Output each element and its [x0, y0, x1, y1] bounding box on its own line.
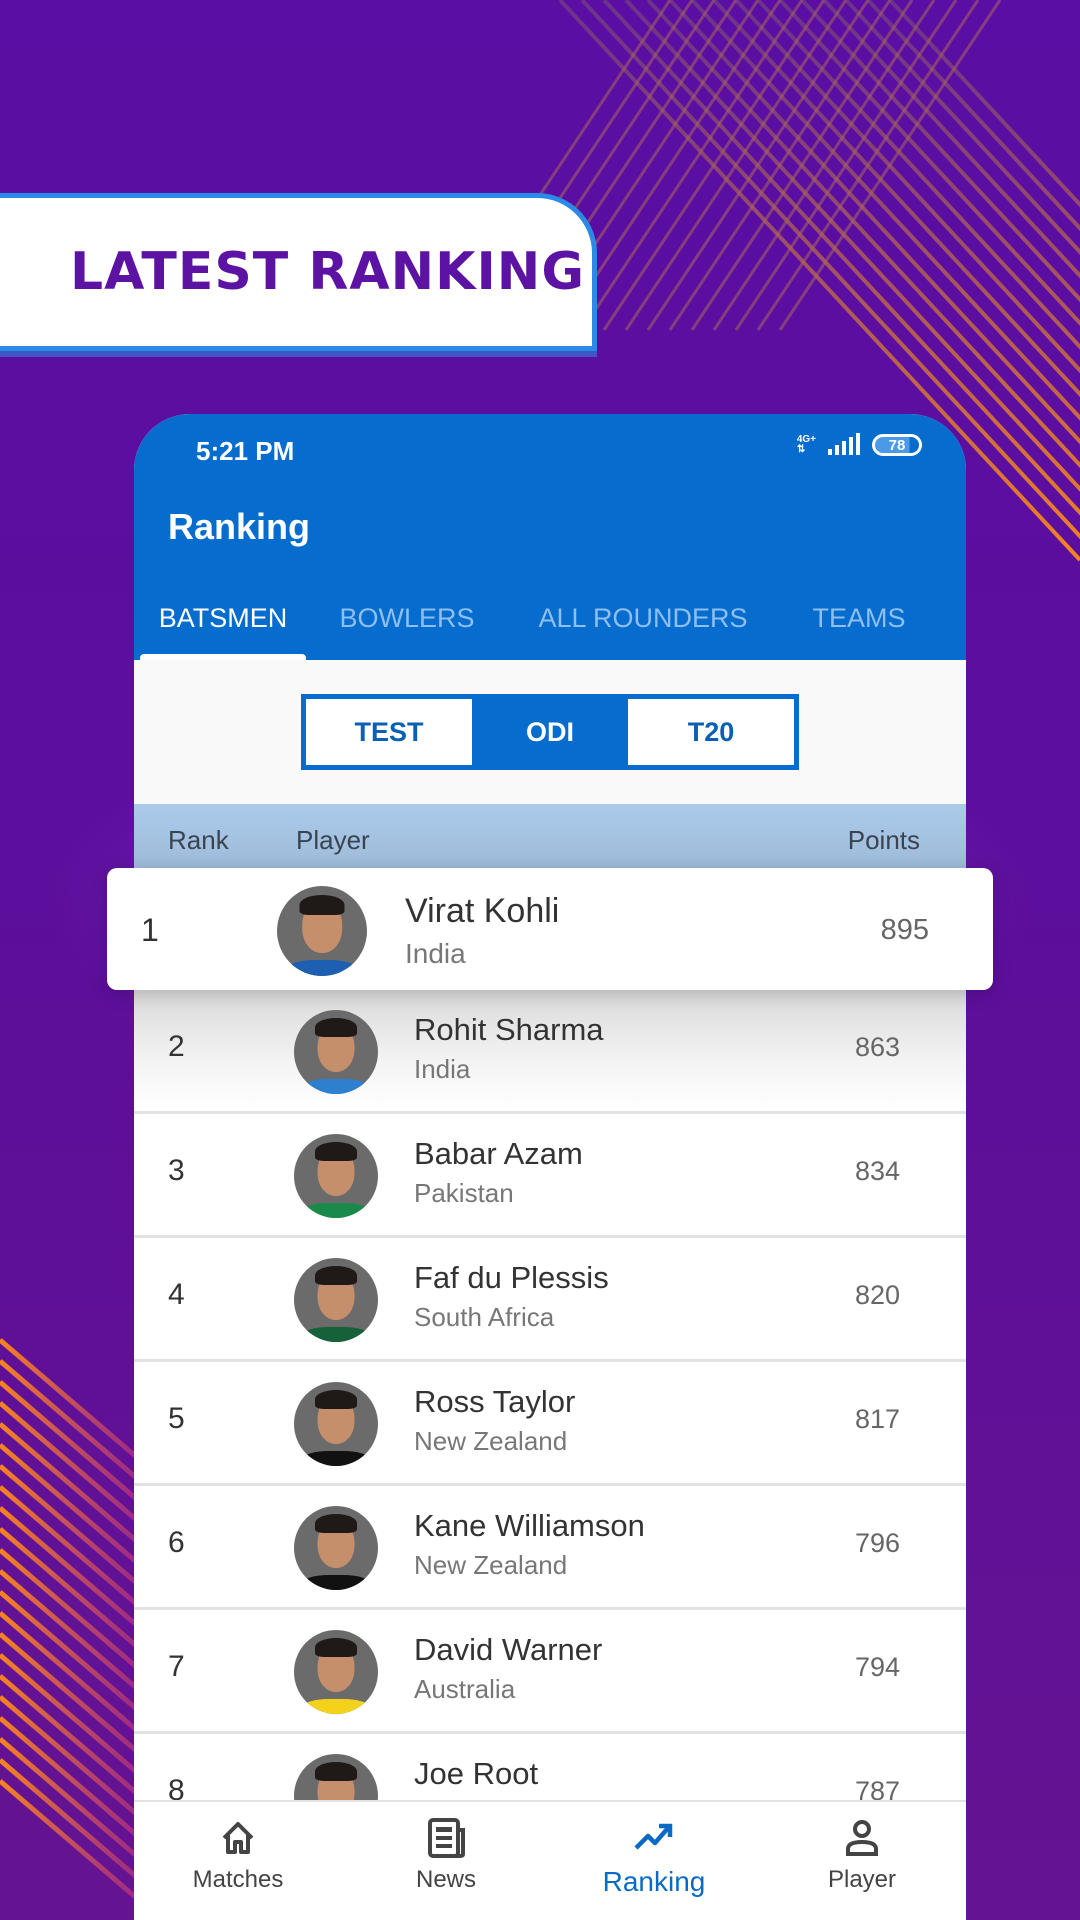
player-name: Faf du Plessis [414, 1260, 609, 1295]
nav-label: Player [827, 1866, 897, 1893]
nav-matches[interactable]: Matches [134, 1802, 342, 1920]
person-icon [846, 1820, 878, 1856]
newspaper-icon [428, 1818, 465, 1858]
player-country: South Africa [414, 1302, 555, 1332]
network-type: 4G+ ⇅ [797, 435, 816, 455]
player-name: Ross Taylor [414, 1384, 576, 1419]
player-name: Kane Williamson [414, 1508, 645, 1543]
table-row[interactable]: 2 Rohit Sharma India 863 [134, 990, 966, 1114]
trending-up-icon [634, 1823, 673, 1850]
player-name: David Warner [414, 1632, 603, 1667]
format-odi-button[interactable]: ODI [472, 699, 628, 765]
tab-bowlers[interactable]: BOWLERS [312, 576, 502, 660]
player-rank: 5 [168, 1402, 185, 1435]
player-points: 817 [854, 1404, 900, 1434]
data-arrows-icon: ⇅ [796, 444, 806, 455]
tab-label: BOWLERS [339, 602, 475, 633]
player-rank: 4 [168, 1278, 185, 1311]
format-test-button[interactable]: TEST [306, 699, 472, 765]
signal-icon [828, 433, 860, 455]
player-name: Babar Azam [414, 1136, 583, 1171]
status-icons: 4G+ ⇅ 78 [797, 433, 922, 456]
player-avatar [294, 1630, 378, 1714]
player-name: Joe Root [414, 1756, 539, 1791]
player-rank: 1 [141, 912, 159, 948]
table-row[interactable]: 5 Ross Taylor New Zealand 817 [134, 1362, 966, 1486]
player-points: 863 [854, 1032, 900, 1062]
tab-label: ALL ROUNDERS [538, 602, 748, 633]
table-row[interactable]: 3 Babar Azam Pakistan 834 [134, 1114, 966, 1238]
nav-news[interactable]: News [342, 1802, 550, 1920]
table-row[interactable]: 7 David Warner Australia 794 [134, 1610, 966, 1734]
app-bar: 5:21 PM 4G+ ⇅ 78 Ranking BATSMEN BOWLERS … [134, 414, 966, 660]
player-points: 820 [854, 1280, 900, 1310]
player-rank: 7 [168, 1650, 185, 1683]
player-country: New Zealand [414, 1550, 568, 1580]
table-row[interactable]: 6 Kane Williamson New Zealand 796 [134, 1486, 966, 1610]
ranking-list: 1 Virat Kohli India 895 2 Rohit Sharma India 8… [107, 868, 993, 1858]
nav-ranking[interactable]: Ranking [550, 1802, 758, 1920]
bottom-navigation: Matches News Ranking Player [134, 1800, 966, 1920]
player-points: 834 [854, 1156, 900, 1186]
player-country: India [405, 938, 466, 969]
table-row-highlighted[interactable]: 1 Virat Kohli India 895 [107, 868, 993, 990]
header-player: Player [296, 824, 370, 855]
banner-title: LATEST RANKING [70, 242, 586, 302]
player-rank: 2 [168, 1030, 185, 1063]
player-points: 794 [854, 1652, 900, 1682]
tab-label: BATSMEN [158, 602, 288, 633]
nav-label: Ranking [602, 1866, 706, 1897]
player-country: Pakistan [414, 1178, 514, 1208]
player-country: Australia [414, 1674, 516, 1704]
player-avatar [277, 886, 367, 976]
nav-player[interactable]: Player [758, 1802, 966, 1920]
tab-all-rounders[interactable]: ALL ROUNDERS [502, 576, 784, 660]
player-avatar [294, 1010, 378, 1094]
phone-screen: 5:21 PM 4G+ ⇅ 78 Ranking BATSMEN BOWLERS … [107, 414, 993, 1920]
player-rank: 6 [168, 1526, 185, 1559]
home-icon [222, 1822, 254, 1854]
table-row[interactable]: 4 Faf du Plessis South Africa 820 [134, 1238, 966, 1362]
player-name: Virat Kohli [405, 892, 560, 930]
header-points: Points [847, 824, 920, 855]
format-selector-area: TEST ODI T20 [134, 660, 966, 804]
page-title: Ranking [168, 506, 311, 547]
tab-label: TEAMS [812, 602, 906, 633]
player-points: 796 [854, 1528, 900, 1558]
nav-label: Matches [192, 1866, 284, 1893]
table-header: Rank Player Points [134, 804, 966, 876]
tab-teams[interactable]: TEAMS [784, 576, 934, 660]
player-points: 895 [880, 914, 929, 946]
player-name: Rohit Sharma [414, 1012, 604, 1047]
nav-label: News [415, 1866, 476, 1893]
battery-icon: 78 [872, 434, 922, 456]
player-avatar [294, 1382, 378, 1466]
tab-batsmen[interactable]: BATSMEN [134, 576, 312, 660]
row-placeholder: 1 Virat Kohli India 895 [107, 868, 993, 990]
format-t20-button[interactable]: T20 [628, 699, 794, 765]
status-time: 5:21 PM [196, 436, 295, 466]
player-country: India [414, 1054, 471, 1084]
player-rank: 3 [168, 1154, 185, 1187]
category-tabs: BATSMEN BOWLERS ALL ROUNDERS TEAMS [134, 576, 966, 660]
header-rank: Rank [168, 824, 229, 855]
player-avatar [294, 1134, 378, 1218]
player-country: New Zealand [414, 1426, 568, 1456]
promo-banner: LATEST RANKING [0, 193, 597, 351]
format-selector: TEST ODI T20 [301, 694, 799, 770]
player-avatar [294, 1506, 378, 1590]
player-avatar [294, 1258, 378, 1342]
